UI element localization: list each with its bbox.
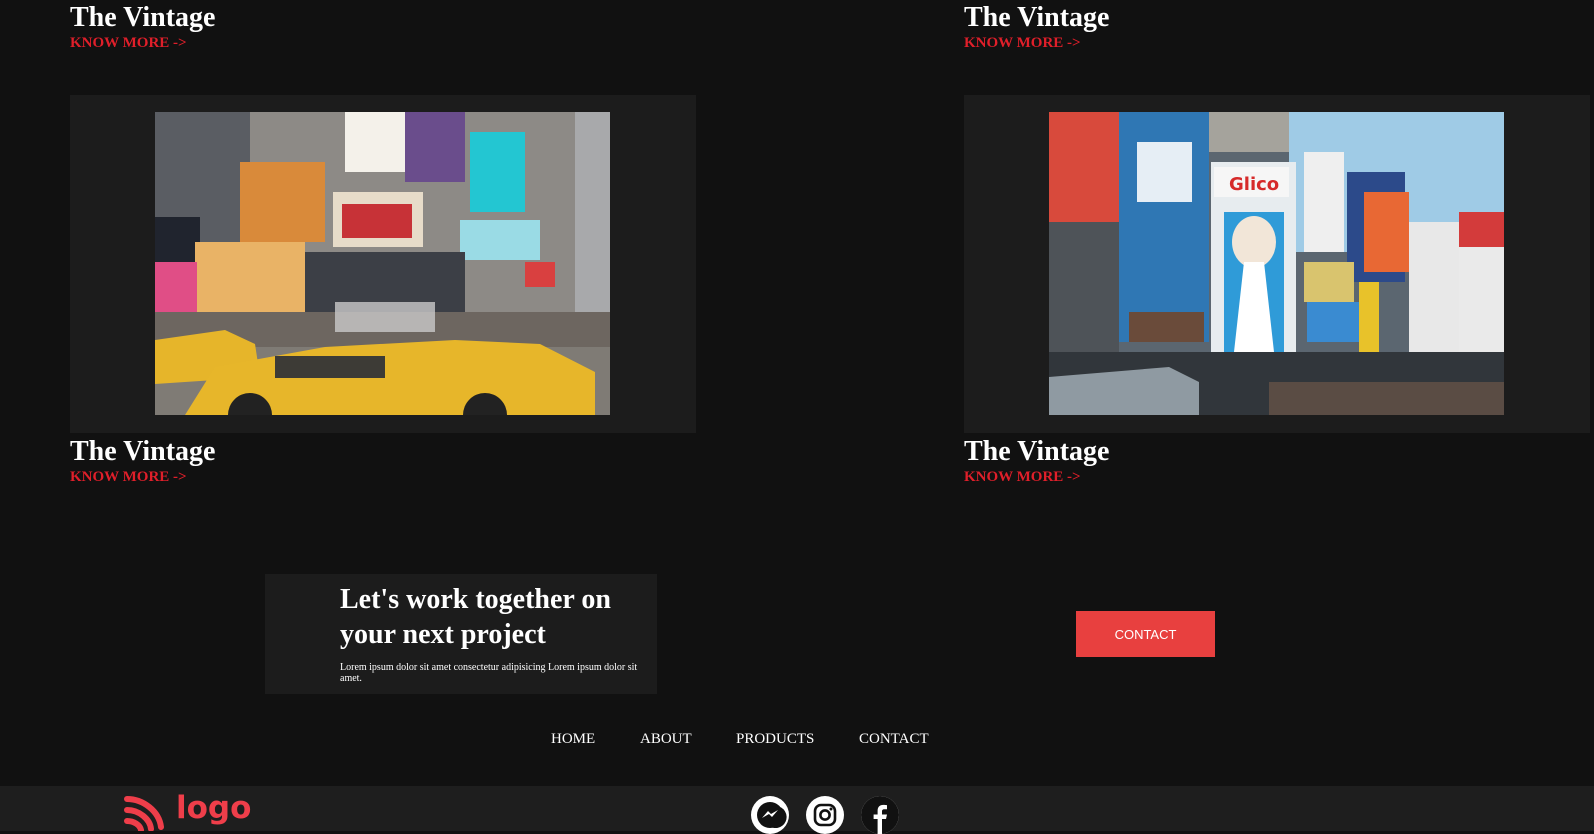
logo-text[interactable]: logo [176, 788, 251, 828]
know-more-link[interactable]: KNOW MORE -> [964, 469, 1081, 485]
nav-products[interactable]: PRODUCTS [736, 730, 814, 748]
card-title: The Vintage [70, 2, 216, 33]
footer: logo [0, 786, 1594, 834]
know-more-link[interactable]: KNOW MORE -> [70, 469, 187, 485]
card-photo-billboards: Glico [1049, 112, 1504, 415]
cta-subtext: Lorem ipsum dolor sit amet consectetur a… [340, 662, 638, 684]
card-photo-street [155, 112, 610, 415]
svg-text:Glico: Glico [1229, 174, 1279, 195]
card-image-box [70, 95, 696, 433]
nav-about[interactable]: ABOUT [640, 730, 692, 748]
cta-heading: Let's work together on your next project [340, 584, 611, 650]
nav-home[interactable]: HOME [551, 730, 595, 748]
instagram-icon[interactable] [806, 796, 844, 834]
card-title: The Vintage [964, 2, 1110, 33]
card-title: The Vintage [964, 436, 1110, 467]
know-more-link[interactable]: KNOW MORE -> [964, 35, 1081, 51]
card-image-box: Glico [964, 95, 1590, 433]
card-title: The Vintage [70, 436, 216, 467]
nav-contact[interactable]: CONTACT [859, 730, 929, 748]
cta-box: Let's work together on your next project… [265, 574, 657, 694]
logo-icon [124, 796, 164, 831]
facebook-icon[interactable] [861, 796, 899, 834]
messenger-icon[interactable] [751, 796, 789, 834]
contact-button[interactable]: CONTACT [1076, 611, 1215, 657]
know-more-link[interactable]: KNOW MORE -> [70, 35, 187, 51]
